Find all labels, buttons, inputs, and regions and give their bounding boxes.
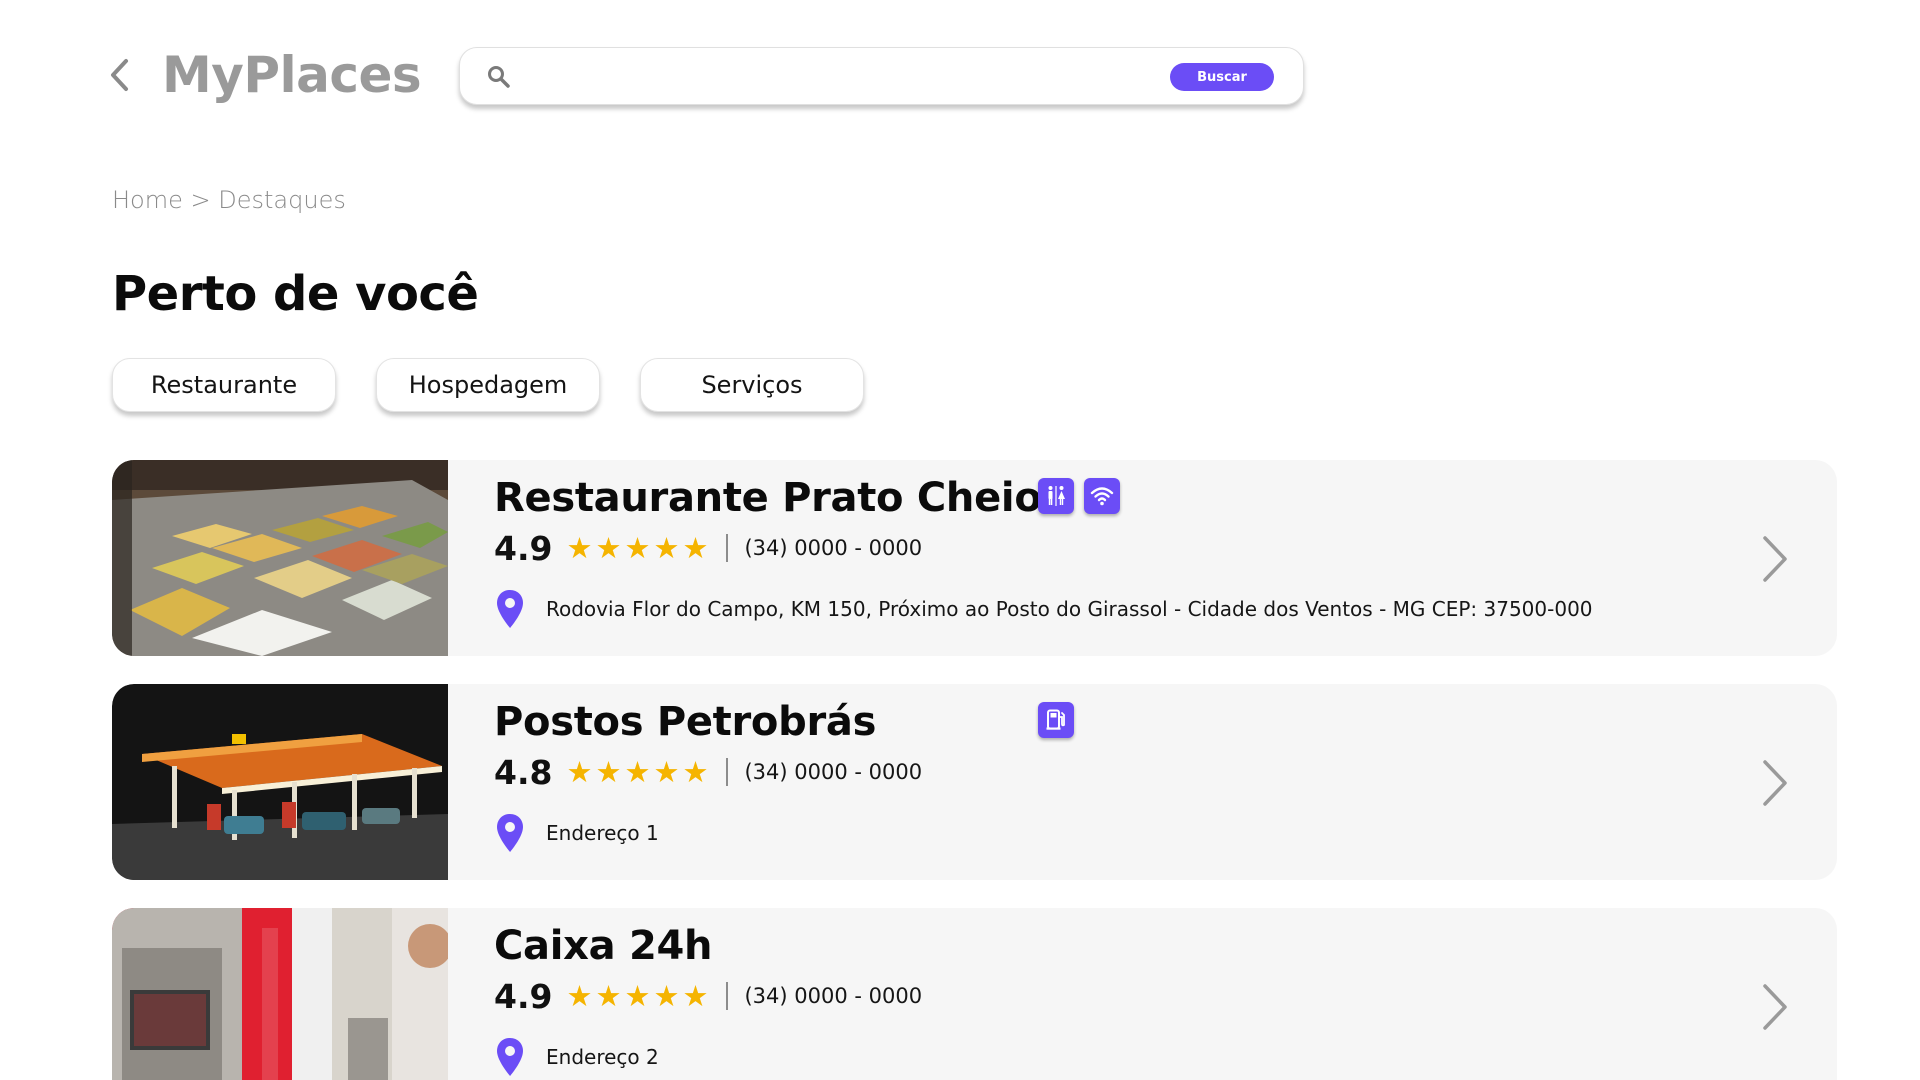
breadcrumb: Home > Destaques (112, 186, 346, 214)
phone-number: (34) 0000 - 0000 (744, 536, 923, 560)
rating-stars: ★ ★ ★ ★ ★ (566, 754, 709, 789)
wifi-icon (1084, 478, 1120, 514)
place-photo-atm (112, 908, 448, 1080)
page-title: Perto de você (112, 266, 479, 322)
address-row: Endereço 1 (494, 812, 659, 854)
phone-number: (34) 0000 - 0000 (744, 984, 923, 1008)
restroom-icon (1038, 478, 1074, 514)
star-icon: ★ (624, 754, 651, 789)
star-icon: ★ (653, 754, 680, 789)
star-icon: ★ (595, 530, 622, 565)
phone-number: (34) 0000 - 0000 (744, 760, 923, 784)
place-card[interactable]: Restaurante Prato Cheio 4.9 ★ ★ ★ ★ ★ (3… (112, 460, 1837, 656)
rating-row: 4.9 ★ ★ ★ ★ ★ (34) 0000 - 0000 (494, 974, 922, 1018)
star-icon: ★ (653, 978, 680, 1013)
rating-value: 4.8 (494, 752, 553, 792)
breadcrumb-home[interactable]: Home (112, 186, 183, 214)
fuel-pump-icon (1038, 702, 1074, 738)
location-pin-icon (497, 1038, 523, 1076)
place-card[interactable]: Postos Petrobrás 4.8 ★ ★ ★ ★ ★ (34) 0000 - 0… (112, 684, 1837, 880)
search-icon (488, 66, 510, 88)
category-filters: Restaurante Hospedagem Serviços (112, 358, 864, 412)
amenity-icons (1038, 478, 1120, 514)
star-icon: ★ (653, 530, 680, 565)
star-icon: ★ (566, 978, 593, 1013)
search-bar: Buscar (459, 47, 1304, 105)
rating-row: 4.9 ★ ★ ★ ★ ★ (34) 0000 - 0000 (494, 526, 922, 570)
search-button[interactable]: Buscar (1170, 63, 1274, 91)
place-card[interactable]: Caixa 24h 4.9 ★ ★ ★ ★ ★ (34) 0000 - 0000 End… (112, 908, 1837, 1080)
star-icon: ★ (624, 530, 651, 565)
place-name: Postos Petrobrás (494, 699, 877, 745)
address-row: Endereço 2 (494, 1036, 659, 1078)
location-pin-icon (497, 814, 523, 852)
rating-value: 4.9 (494, 528, 553, 568)
back-chevron-icon[interactable] (104, 55, 134, 95)
places-list: Restaurante Prato Cheio 4.9 ★ ★ ★ ★ ★ (3… (112, 460, 1837, 1080)
filter-hospedagem-button[interactable]: Hospedagem (376, 358, 600, 412)
divider (726, 982, 729, 1010)
place-photo-gas-station (112, 684, 448, 880)
star-icon: ★ (682, 530, 709, 565)
rating-value: 4.9 (494, 976, 553, 1016)
chevron-right-icon[interactable] (1759, 758, 1789, 808)
filter-servicos-button[interactable]: Serviços (640, 358, 864, 412)
star-icon: ★ (566, 754, 593, 789)
amenity-icons (1038, 702, 1074, 738)
rating-stars: ★ ★ ★ ★ ★ (566, 978, 709, 1013)
breadcrumb-destaques[interactable]: Destaques (218, 186, 346, 214)
divider (726, 758, 729, 786)
location-pin-icon (497, 590, 523, 628)
place-address: Endereço 1 (546, 821, 659, 845)
place-address: Rodovia Flor do Campo, KM 150, Próximo a… (546, 597, 1593, 621)
divider (726, 534, 729, 562)
star-icon: ★ (682, 754, 709, 789)
place-name: Caixa 24h (494, 923, 713, 969)
app-logo: MyPlaces (162, 46, 422, 104)
search-input[interactable] (526, 60, 1106, 94)
star-icon: ★ (566, 530, 593, 565)
filter-restaurante-button[interactable]: Restaurante (112, 358, 336, 412)
star-icon: ★ (595, 978, 622, 1013)
breadcrumb-separator: > (190, 186, 219, 214)
star-icon: ★ (595, 754, 622, 789)
chevron-right-icon[interactable] (1759, 982, 1789, 1032)
address-row: Rodovia Flor do Campo, KM 150, Próximo a… (494, 588, 1593, 630)
place-photo-buffet (112, 460, 448, 656)
place-address: Endereço 2 (546, 1045, 659, 1069)
place-name: Restaurante Prato Cheio (494, 475, 1042, 521)
rating-stars: ★ ★ ★ ★ ★ (566, 530, 709, 565)
star-icon: ★ (624, 978, 651, 1013)
rating-row: 4.8 ★ ★ ★ ★ ★ (34) 0000 - 0000 (494, 750, 922, 794)
star-icon: ★ (682, 978, 709, 1013)
chevron-right-icon[interactable] (1759, 534, 1789, 584)
